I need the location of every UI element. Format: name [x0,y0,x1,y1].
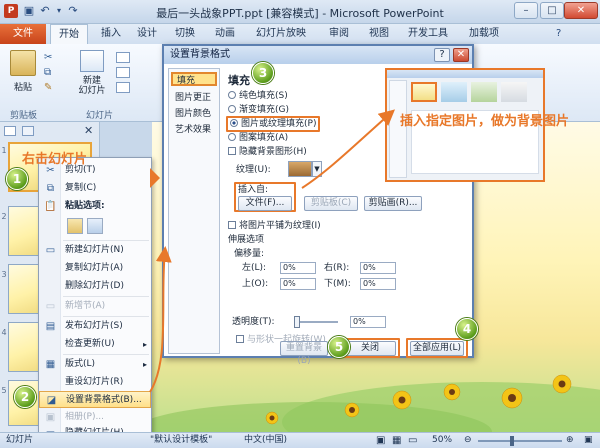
zoom-slider-thumb[interactable] [510,436,514,446]
zoom-slider-track[interactable] [478,440,562,442]
menu-pointer [150,168,160,188]
zoom-in-icon[interactable]: ⊕ [566,433,574,448]
step-badge: 2 [14,386,36,408]
arrow-to-dialog [149,246,172,393]
status-bar: 幻灯片 "默认设计模板" 中文(中国) ▣ ▦ ▭ 50% ⊖ ⊕ ▣ [0,432,600,448]
normal-view-icon[interactable]: ▣ [376,433,385,448]
sorter-view-icon[interactable]: ▦ [392,433,401,448]
zoom-out-icon[interactable]: ⊖ [464,433,472,448]
step-badge: 5 [328,336,350,358]
status-theme: "默认设计模板" [150,435,213,445]
fit-window-icon[interactable]: ▣ [584,433,593,448]
right-click-callout: 右击幻灯片 [22,152,88,167]
status-language: 中文(中国) [244,435,288,445]
step-badge: 1 [6,168,28,190]
insert-image-callout: 插入指定图片，做为背景图片 [400,114,570,129]
status-slide-label: 幻灯片 [6,435,34,445]
step-badge: 3 [252,62,274,84]
step-badge: 4 [456,318,478,340]
guide-arrows [149,109,396,393]
reading-view-icon[interactable]: ▭ [408,433,417,448]
zoom-level[interactable]: 50% [432,433,452,448]
arrow-to-picture [301,109,396,189]
